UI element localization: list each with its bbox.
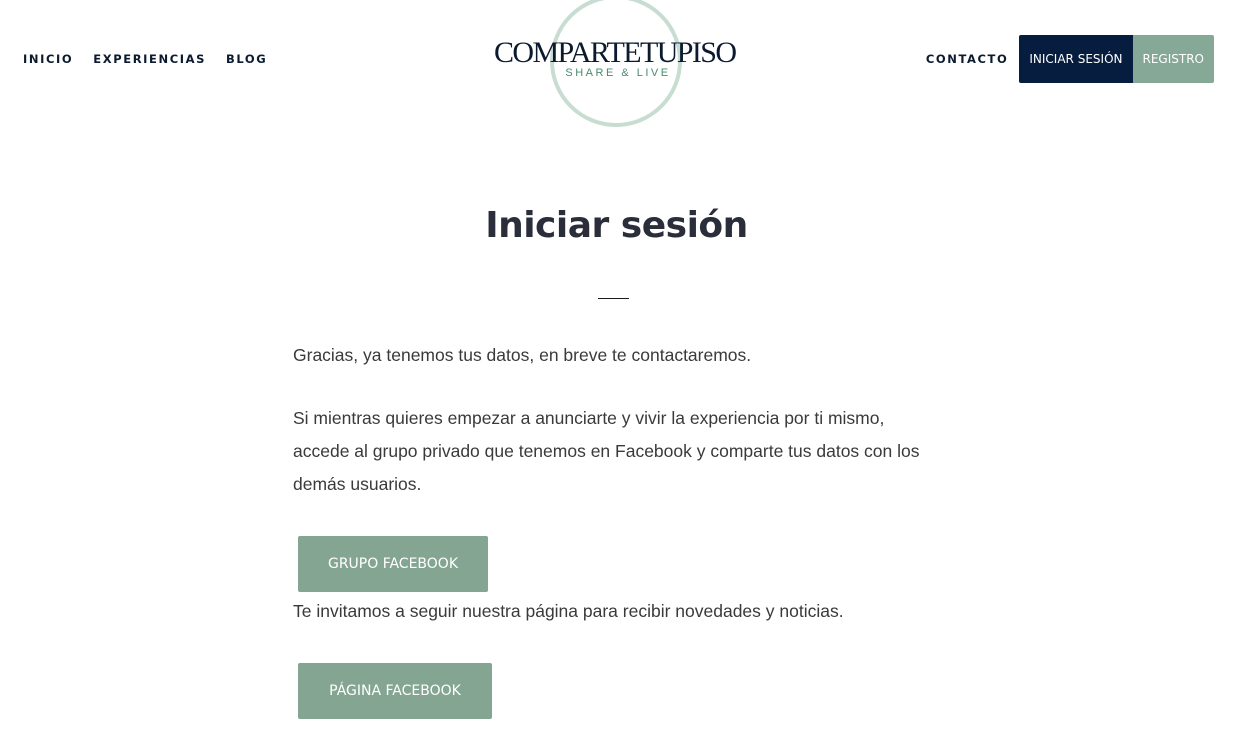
page-title: Iniciar sesión (485, 205, 748, 246)
register-button[interactable]: REGISTRO (1132, 35, 1214, 83)
site-logo[interactable]: COMPARTETUPISO SHARE & LIVE (490, 0, 740, 128)
facebook-page-button[interactable]: PÁGINA FACEBOOK (298, 663, 492, 719)
logo-tagline: SHARE & LIVE (565, 67, 671, 79)
title-divider (598, 298, 629, 299)
facebook-page-info: Te invitamos a seguir nuestra página par… (293, 601, 844, 621)
facebook-group-button[interactable]: GRUPO FACEBOOK (298, 536, 488, 592)
thanks-message: Gracias, ya tenemos tus datos, en breve … (293, 345, 752, 365)
nav-link-inicio[interactable]: INICIO (23, 52, 73, 66)
main-nav-left: INICIO EXPERIENCIAS BLOG (23, 52, 267, 66)
facebook-group-info: Si mientras quieres empezar a anunciarte… (293, 408, 920, 494)
logo-wordmark: COMPARTETUPISO (494, 36, 737, 69)
nav-link-contacto[interactable]: CONTACTO (926, 52, 1009, 66)
main-nav-right: CONTACTO INICIAR SESIÓN REGISTRO (926, 35, 1214, 83)
nav-link-blog[interactable]: BLOG (226, 52, 267, 66)
login-button[interactable]: INICIAR SESIÓN (1019, 35, 1133, 83)
nav-link-experiencias[interactable]: EXPERIENCIAS (93, 52, 206, 66)
